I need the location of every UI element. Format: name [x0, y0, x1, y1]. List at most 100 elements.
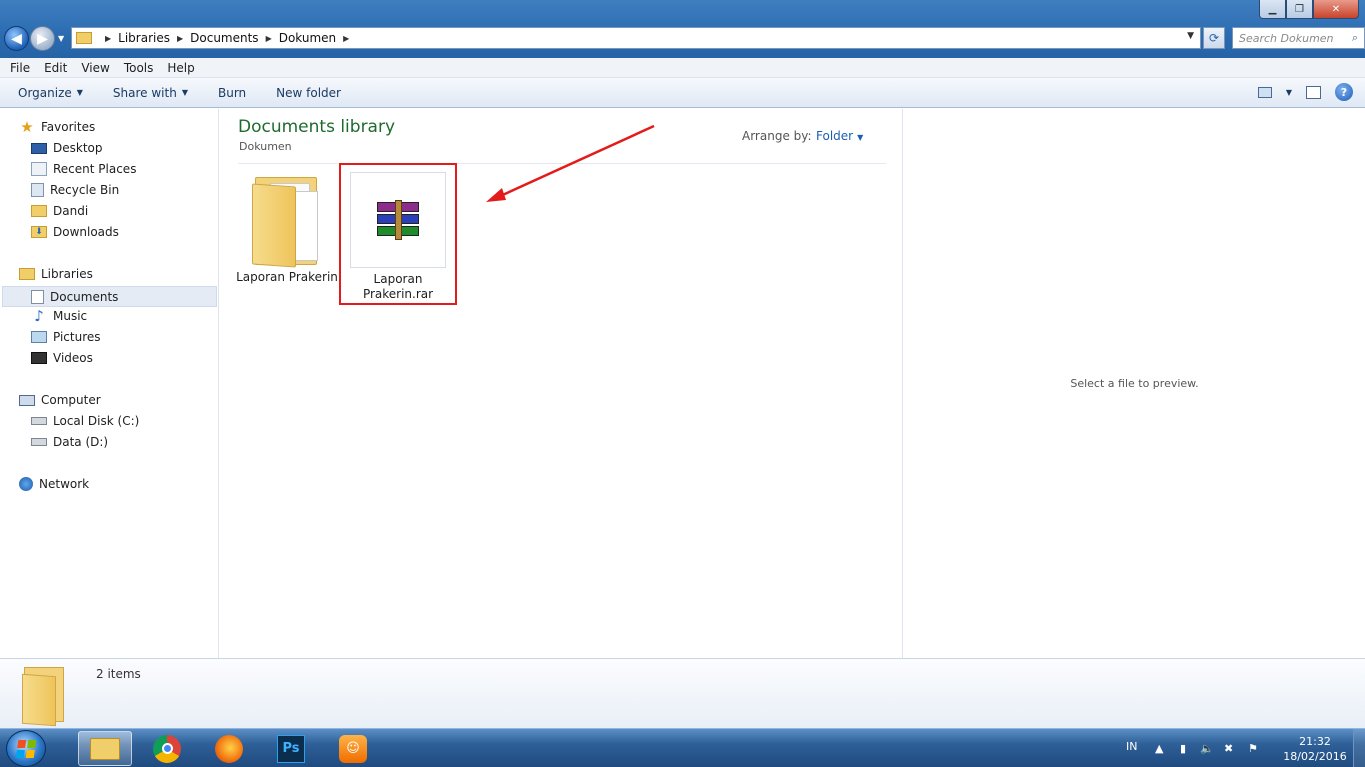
- arrange-by-dropdown[interactable]: Folder ▼: [816, 129, 863, 143]
- folder-documents-icon: [252, 171, 322, 268]
- maximize-button[interactable]: ❐: [1286, 0, 1313, 19]
- menu-tools[interactable]: Tools: [124, 61, 154, 75]
- new-folder-button[interactable]: New folder: [276, 86, 341, 100]
- photoshop-icon: Ps: [277, 734, 305, 763]
- view-options-dropdown[interactable]: ▼: [1286, 88, 1292, 97]
- menu-view[interactable]: View: [81, 61, 109, 75]
- nav-network[interactable]: Network: [19, 477, 89, 491]
- nav-favorites[interactable]: ★ Favorites: [19, 118, 95, 136]
- volume-icon[interactable]: 🔈: [1200, 742, 1214, 755]
- search-icon[interactable]: ⌕: [1352, 31, 1358, 45]
- chevron-right-icon[interactable]: ▶: [105, 34, 111, 43]
- network-icon: [19, 477, 33, 491]
- nav-item-label: Music: [53, 309, 88, 323]
- details-pane: 2 items: [0, 658, 1365, 728]
- nav-item-data-d[interactable]: Data (D:): [31, 435, 108, 449]
- show-desktop-button[interactable]: [1353, 729, 1365, 767]
- taskbar-uc-browser[interactable]: ☺: [326, 731, 380, 766]
- caret-down-icon: ▼: [1285, 87, 1292, 97]
- language-indicator[interactable]: IN: [1126, 740, 1137, 753]
- change-view-button[interactable]: [1257, 86, 1272, 98]
- file-item-rar[interactable]: Laporan Prakerin.rar: [339, 163, 457, 305]
- taskbar-photoshop[interactable]: Ps: [264, 731, 318, 766]
- menu-bar: File Edit View Tools Help: [0, 58, 1365, 78]
- nav-item-local-disk-c[interactable]: Local Disk (C:): [31, 414, 139, 428]
- folder-icon: [31, 205, 47, 217]
- nav-item-videos[interactable]: Videos: [31, 351, 93, 365]
- preview-pane-button[interactable]: [1306, 85, 1321, 99]
- nav-item-label: Downloads: [53, 225, 119, 239]
- hard-disk-icon: [31, 438, 47, 446]
- file-item-folder[interactable]: Laporan Prakerin: [228, 171, 346, 285]
- file-item-label: Laporan Prakerin: [236, 270, 338, 284]
- nav-item-recycle-bin[interactable]: Recycle Bin: [31, 183, 119, 197]
- network-disconnected-icon[interactable]: ✖: [1224, 742, 1233, 755]
- taskbar-chrome[interactable]: [140, 731, 194, 766]
- clock-time: 21:32: [1299, 735, 1331, 748]
- minimize-button[interactable]: ▁: [1259, 0, 1286, 19]
- nav-item-label: Data (D:): [53, 435, 109, 449]
- close-button[interactable]: ✕: [1313, 0, 1359, 19]
- nav-item-desktop[interactable]: Desktop: [31, 141, 103, 155]
- share-with-label: Share with: [112, 85, 177, 100]
- forward-button[interactable]: ▶: [30, 26, 55, 51]
- nav-item-label: Recycle Bin: [50, 183, 120, 197]
- windows-logo-icon: [15, 739, 37, 758]
- rar-thumbnail: [350, 172, 446, 268]
- burn-label: Burn: [217, 85, 247, 100]
- menu-file[interactable]: File: [10, 61, 30, 75]
- menu-help[interactable]: Help: [167, 61, 194, 75]
- nav-item-label: Dandi: [53, 204, 89, 218]
- videos-icon: [31, 352, 47, 364]
- nav-computer[interactable]: Computer: [19, 393, 101, 407]
- address-bar[interactable]: ▶ Libraries ▶ Documents ▶ Dokumen ▶ ▼: [71, 27, 1201, 49]
- battery-icon[interactable]: ▮: [1180, 742, 1186, 755]
- nav-item-downloads[interactable]: ⬇ Downloads: [31, 225, 119, 239]
- address-history-dropdown[interactable]: ▼: [1187, 31, 1194, 41]
- nav-item-music[interactable]: ♪ Music: [31, 307, 88, 325]
- firefox-icon: [215, 734, 243, 763]
- nav-computer-label: Computer: [41, 393, 101, 407]
- nav-item-pictures[interactable]: Pictures: [31, 330, 101, 344]
- taskbar-firefox[interactable]: [202, 731, 256, 766]
- show-hidden-icons-icon[interactable]: ▲: [1155, 742, 1163, 755]
- nav-libraries[interactable]: Libraries: [19, 267, 93, 281]
- breadcrumb-dokumen[interactable]: Dokumen: [279, 31, 336, 45]
- recent-pages-button[interactable]: ▼: [58, 34, 64, 43]
- nav-item-documents[interactable]: Documents: [2, 286, 217, 307]
- action-center-icon[interactable]: ⚑: [1248, 742, 1258, 755]
- burn-button[interactable]: Burn: [218, 86, 246, 100]
- chevron-right-icon[interactable]: ▶: [343, 34, 349, 43]
- clock[interactable]: 21:32 18/02/2016: [1280, 734, 1350, 764]
- back-button[interactable]: ◀: [4, 26, 29, 51]
- refresh-icon: ⟳: [1208, 31, 1220, 45]
- menu-edit[interactable]: Edit: [44, 61, 67, 75]
- start-button[interactable]: [6, 730, 46, 767]
- search-input[interactable]: Search Dokumen ⌕: [1232, 27, 1365, 49]
- nav-item-label: Local Disk (C:): [53, 414, 140, 428]
- nav-item-recent-places[interactable]: Recent Places: [31, 162, 136, 176]
- star-icon: ★: [20, 118, 34, 136]
- caret-down-icon: ▼: [76, 88, 83, 97]
- arrange-by-label: Arrange by:: [742, 129, 812, 143]
- nav-item-dandi[interactable]: Dandi: [31, 204, 88, 218]
- organize-button[interactable]: Organize ▼: [18, 86, 83, 100]
- help-button[interactable]: ?: [1335, 83, 1353, 101]
- close-icon: ✕: [1331, 3, 1341, 15]
- taskbar-explorer[interactable]: [78, 731, 132, 766]
- chevron-right-icon[interactable]: ▶: [266, 34, 272, 43]
- caret-down-icon: ▼: [857, 133, 864, 142]
- breadcrumb-documents[interactable]: Documents: [190, 31, 258, 45]
- arrow-left-icon: ◀: [11, 30, 22, 47]
- downloads-icon: ⬇: [31, 226, 47, 238]
- share-with-button[interactable]: Share with ▼: [113, 86, 188, 100]
- breadcrumb-libraries[interactable]: Libraries: [118, 31, 170, 45]
- music-icon: ♪: [34, 307, 44, 325]
- nav-item-label: Recent Places: [53, 162, 137, 176]
- chevron-right-icon[interactable]: ▶: [177, 34, 183, 43]
- arrow-right-icon: ▶: [37, 30, 48, 47]
- folder-icon: [22, 665, 72, 727]
- organize-label: Organize: [18, 85, 72, 100]
- uc-browser-icon: ☺: [339, 734, 367, 763]
- refresh-button[interactable]: ⟳: [1203, 27, 1225, 49]
